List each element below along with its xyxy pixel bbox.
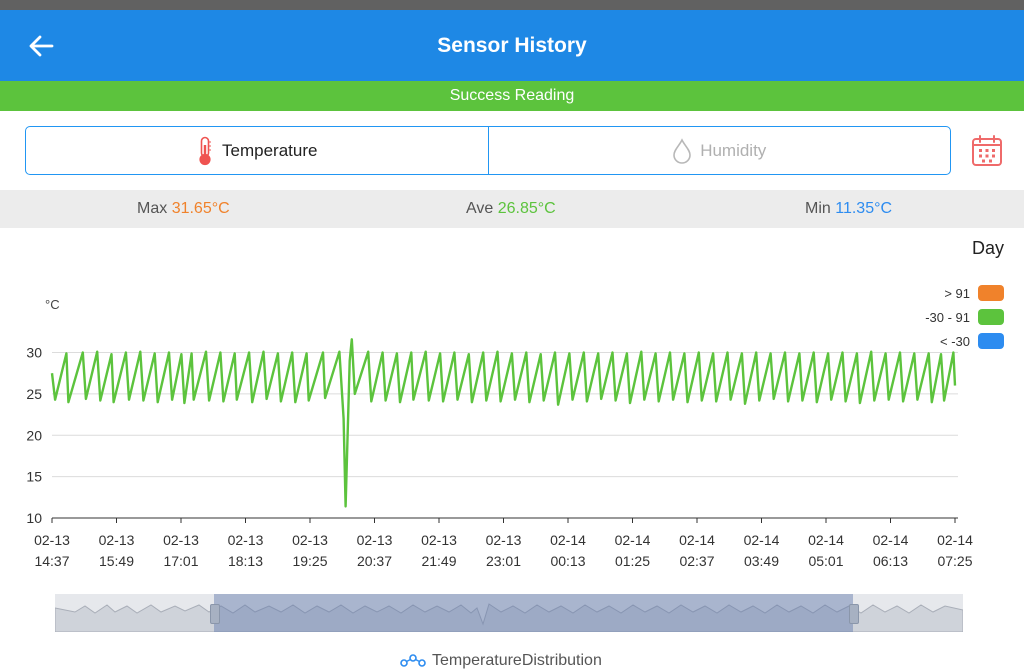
- range-selector[interactable]: Day: [972, 238, 1004, 259]
- stat-max-value: 31.65°C: [171, 200, 230, 217]
- legend-label-normal: -30 - 91: [925, 309, 970, 325]
- stat-max: Max 31.65°C: [137, 190, 230, 228]
- stat-min-label: Min: [805, 200, 831, 217]
- stat-ave-value: 26.85°C: [497, 200, 556, 217]
- calendar-button[interactable]: [970, 134, 1004, 168]
- zoom-slider[interactable]: [55, 594, 963, 632]
- status-bar: [0, 0, 1024, 10]
- legend-item-high[interactable]: > 91: [944, 284, 1004, 302]
- x-tick-label: 23:01: [486, 553, 521, 569]
- x-tick-label: 14:37: [34, 553, 69, 569]
- tab-temperature-label: Temperature: [222, 140, 318, 160]
- page-title: Sensor History: [437, 34, 587, 57]
- x-tick-label: 06:13: [873, 553, 908, 569]
- back-button[interactable]: [26, 32, 56, 60]
- y-tick-label: 10: [26, 510, 42, 526]
- distribution-label: TemperatureDistribution: [432, 652, 602, 669]
- temperature-series-line: [50, 338, 957, 508]
- sensor-type-toggle: Temperature Humidity: [25, 126, 951, 175]
- x-tick-label: 21:49: [421, 553, 456, 569]
- x-tick-label: 20:37: [357, 553, 392, 569]
- x-tick-label: 02:37: [679, 553, 714, 569]
- legend-label-high: > 91: [944, 285, 970, 301]
- stat-ave: Ave 26.85°C: [466, 190, 556, 228]
- stat-min: Min 11.35°C: [805, 190, 892, 228]
- x-tick-label: 02-13: [99, 532, 135, 548]
- x-tick-label: 02-13: [34, 532, 70, 548]
- x-tick-label: 02-13: [292, 532, 328, 548]
- x-tick-label: 02-14: [744, 532, 780, 548]
- status-message: Success Reading: [0, 81, 1024, 111]
- x-tick-label: 02-13: [421, 532, 457, 548]
- zoom-handle-right[interactable]: [849, 604, 859, 624]
- zoom-selection[interactable]: [214, 594, 853, 632]
- x-tick-label: 18:13: [228, 553, 263, 569]
- y-tick-label: 25: [26, 386, 42, 402]
- network-icon: [400, 654, 426, 667]
- tab-temperature[interactable]: Temperature: [26, 127, 488, 174]
- arrow-left-icon: [29, 35, 54, 57]
- x-tick-label: 07:25: [937, 553, 972, 569]
- x-tick-label: 02-14: [808, 532, 844, 548]
- stat-min-value: 11.35°C: [835, 200, 893, 217]
- stat-max-label: Max: [137, 200, 168, 217]
- x-tick-label: 17:01: [163, 553, 198, 569]
- stat-ave-label: Ave: [466, 200, 494, 217]
- x-tick-label: 02-14: [937, 532, 973, 548]
- tab-humidity-label: Humidity: [700, 140, 767, 160]
- calendar-icon: [972, 135, 1002, 166]
- y-axis-unit: °C: [45, 297, 60, 312]
- legend-swatch-normal: [978, 309, 1004, 325]
- y-tick-label: 15: [26, 469, 42, 485]
- x-tick-label: 01:25: [615, 553, 650, 569]
- x-tick-label: 19:25: [292, 553, 327, 569]
- app-bar: Sensor History: [0, 10, 1024, 81]
- legend-item-normal[interactable]: -30 - 91: [925, 308, 1004, 326]
- distribution-link[interactable]: TemperatureDistribution: [400, 652, 602, 670]
- x-tick-label: 15:49: [99, 553, 134, 569]
- x-tick-label: 03:49: [744, 553, 779, 569]
- thermometer-icon: [199, 136, 212, 165]
- temperature-chart: 10 15 20 25 30 02-13 14:37 02-13 15:49 02-13 17:01…: [26, 338, 973, 569]
- x-tick-label: 05:01: [808, 553, 843, 569]
- x-tick-label: 02-13: [357, 532, 393, 548]
- stats-bar: Max 31.65°C Ave 26.85°C Min 11.35°C: [0, 190, 1024, 228]
- water-drop-icon: [673, 137, 691, 164]
- legend-swatch-high: [978, 285, 1004, 301]
- y-tick-label: 30: [26, 345, 42, 361]
- x-tick-label: 00:13: [550, 553, 585, 569]
- x-tick-label: 02-14: [873, 532, 909, 548]
- zoom-handle-left[interactable]: [210, 604, 220, 624]
- x-tick-label: 02-13: [228, 532, 264, 548]
- x-tick-label: 02-13: [163, 532, 199, 548]
- x-tick-label: 02-14: [615, 532, 651, 548]
- x-tick-label: 02-13: [486, 532, 522, 548]
- tab-humidity[interactable]: Humidity: [487, 127, 951, 174]
- y-tick-label: 20: [26, 427, 42, 443]
- x-tick-label: 02-14: [550, 532, 586, 548]
- x-tick-label: 02-14: [679, 532, 715, 548]
